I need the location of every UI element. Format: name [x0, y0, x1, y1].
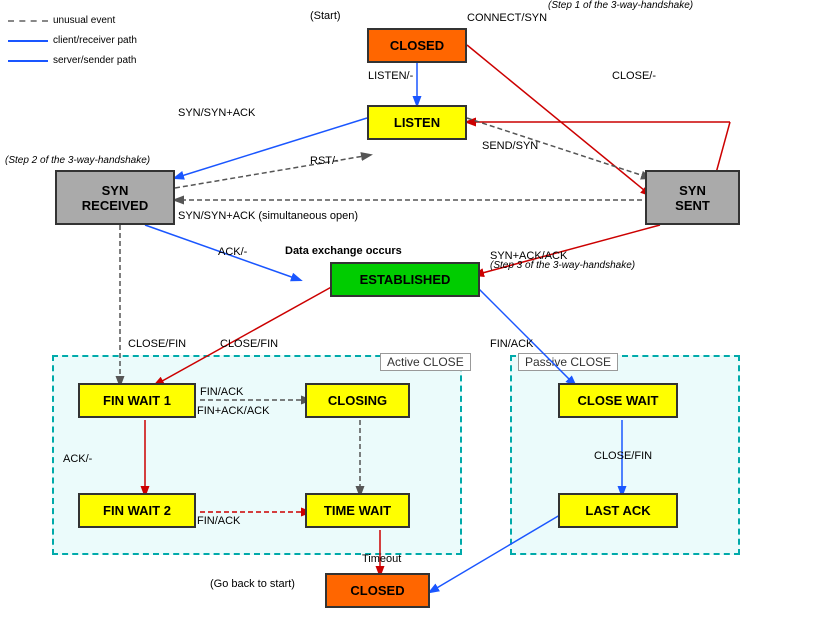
- label-ack-dash2: ACK/-: [63, 453, 92, 465]
- state-time-wait-label: TIME WAIT: [324, 503, 391, 518]
- state-close-wait: CLOSE WAIT: [558, 383, 678, 418]
- label-data-exchange: Data exchange occurs: [285, 245, 402, 257]
- state-fin-wait-2-label: FIN WAIT 2: [103, 503, 171, 518]
- state-syn-received: SYNRECEIVED: [55, 170, 175, 225]
- state-closed-top-label: CLOSED: [390, 38, 444, 53]
- state-time-wait: TIME WAIT: [305, 493, 410, 528]
- label-timeout: Timeout: [362, 553, 401, 565]
- label-step2: (Step 2 of the 3-way-handshake): [5, 155, 150, 166]
- label-go-back: (Go back to start): [210, 578, 295, 590]
- label-start: (Start): [310, 10, 341, 22]
- state-established-label: ESTABLISHED: [360, 272, 451, 287]
- legend-unusual: unusual event: [53, 12, 115, 30]
- state-fin-wait-1-label: FIN WAIT 1: [103, 393, 171, 408]
- label-close-fin3: CLOSE/FIN: [594, 450, 652, 462]
- state-listen-label: LISTEN: [394, 115, 440, 130]
- state-closed-top: CLOSED: [367, 28, 467, 63]
- state-last-ack: LAST ACK: [558, 493, 678, 528]
- label-connect-syn: CONNECT/SYN: [467, 12, 547, 24]
- label-step3: (Step 3 of the 3-way-handshake): [490, 260, 635, 271]
- state-syn-received-label: SYNRECEIVED: [82, 183, 148, 213]
- state-last-ack-label: LAST ACK: [585, 503, 650, 518]
- state-fin-wait-2: FIN WAIT 2: [78, 493, 196, 528]
- state-fin-wait-1: FIN WAIT 1: [78, 383, 196, 418]
- label-rst: RST/-: [310, 155, 339, 167]
- legend-server: server/sender path: [53, 52, 136, 70]
- state-closed-bottom-label: CLOSED: [350, 583, 404, 598]
- state-close-wait-label: CLOSE WAIT: [578, 393, 659, 408]
- label-fin-ack2: FIN/ACK: [200, 386, 243, 398]
- label-close-top: CLOSE/-: [612, 70, 656, 82]
- label-syn-syn-ack2: SYN/SYN+ACK (simultaneous open): [178, 210, 358, 222]
- label-close-fin1: CLOSE/FIN: [128, 338, 186, 350]
- legend: unusual event client/receiver path serve…: [8, 12, 137, 72]
- state-closed-bottom: CLOSED: [325, 573, 430, 608]
- state-closing: CLOSING: [305, 383, 410, 418]
- passive-close-label: Passive CLOSE: [518, 353, 618, 371]
- state-syn-sent-label: SYNSENT: [675, 183, 710, 213]
- state-syn-sent: SYNSENT: [645, 170, 740, 225]
- tcp-state-diagram: unusual event client/receiver path serve…: [0, 0, 840, 633]
- label-fin-ack-ack: FIN+ACK/ACK: [197, 405, 269, 417]
- label-listen-self: LISTEN/-: [368, 70, 413, 82]
- state-closing-label: CLOSING: [328, 393, 387, 408]
- label-close-fin2: CLOSE/FIN: [220, 338, 278, 350]
- label-fin-ack3: FIN/ACK: [197, 515, 240, 527]
- state-listen: LISTEN: [367, 105, 467, 140]
- label-ack-dash: ACK/-: [218, 246, 247, 258]
- label-fin-ack1: FIN/ACK: [490, 338, 533, 350]
- label-step1: (Step 1 of the 3-way-handshake): [548, 0, 693, 11]
- active-close-label: Active CLOSE: [380, 353, 471, 371]
- legend-client: client/receiver path: [53, 32, 137, 50]
- label-syn-syn-ack: SYN/SYN+ACK: [178, 107, 255, 119]
- state-established: ESTABLISHED: [330, 262, 480, 297]
- label-send-syn: SEND/SYN: [482, 140, 538, 152]
